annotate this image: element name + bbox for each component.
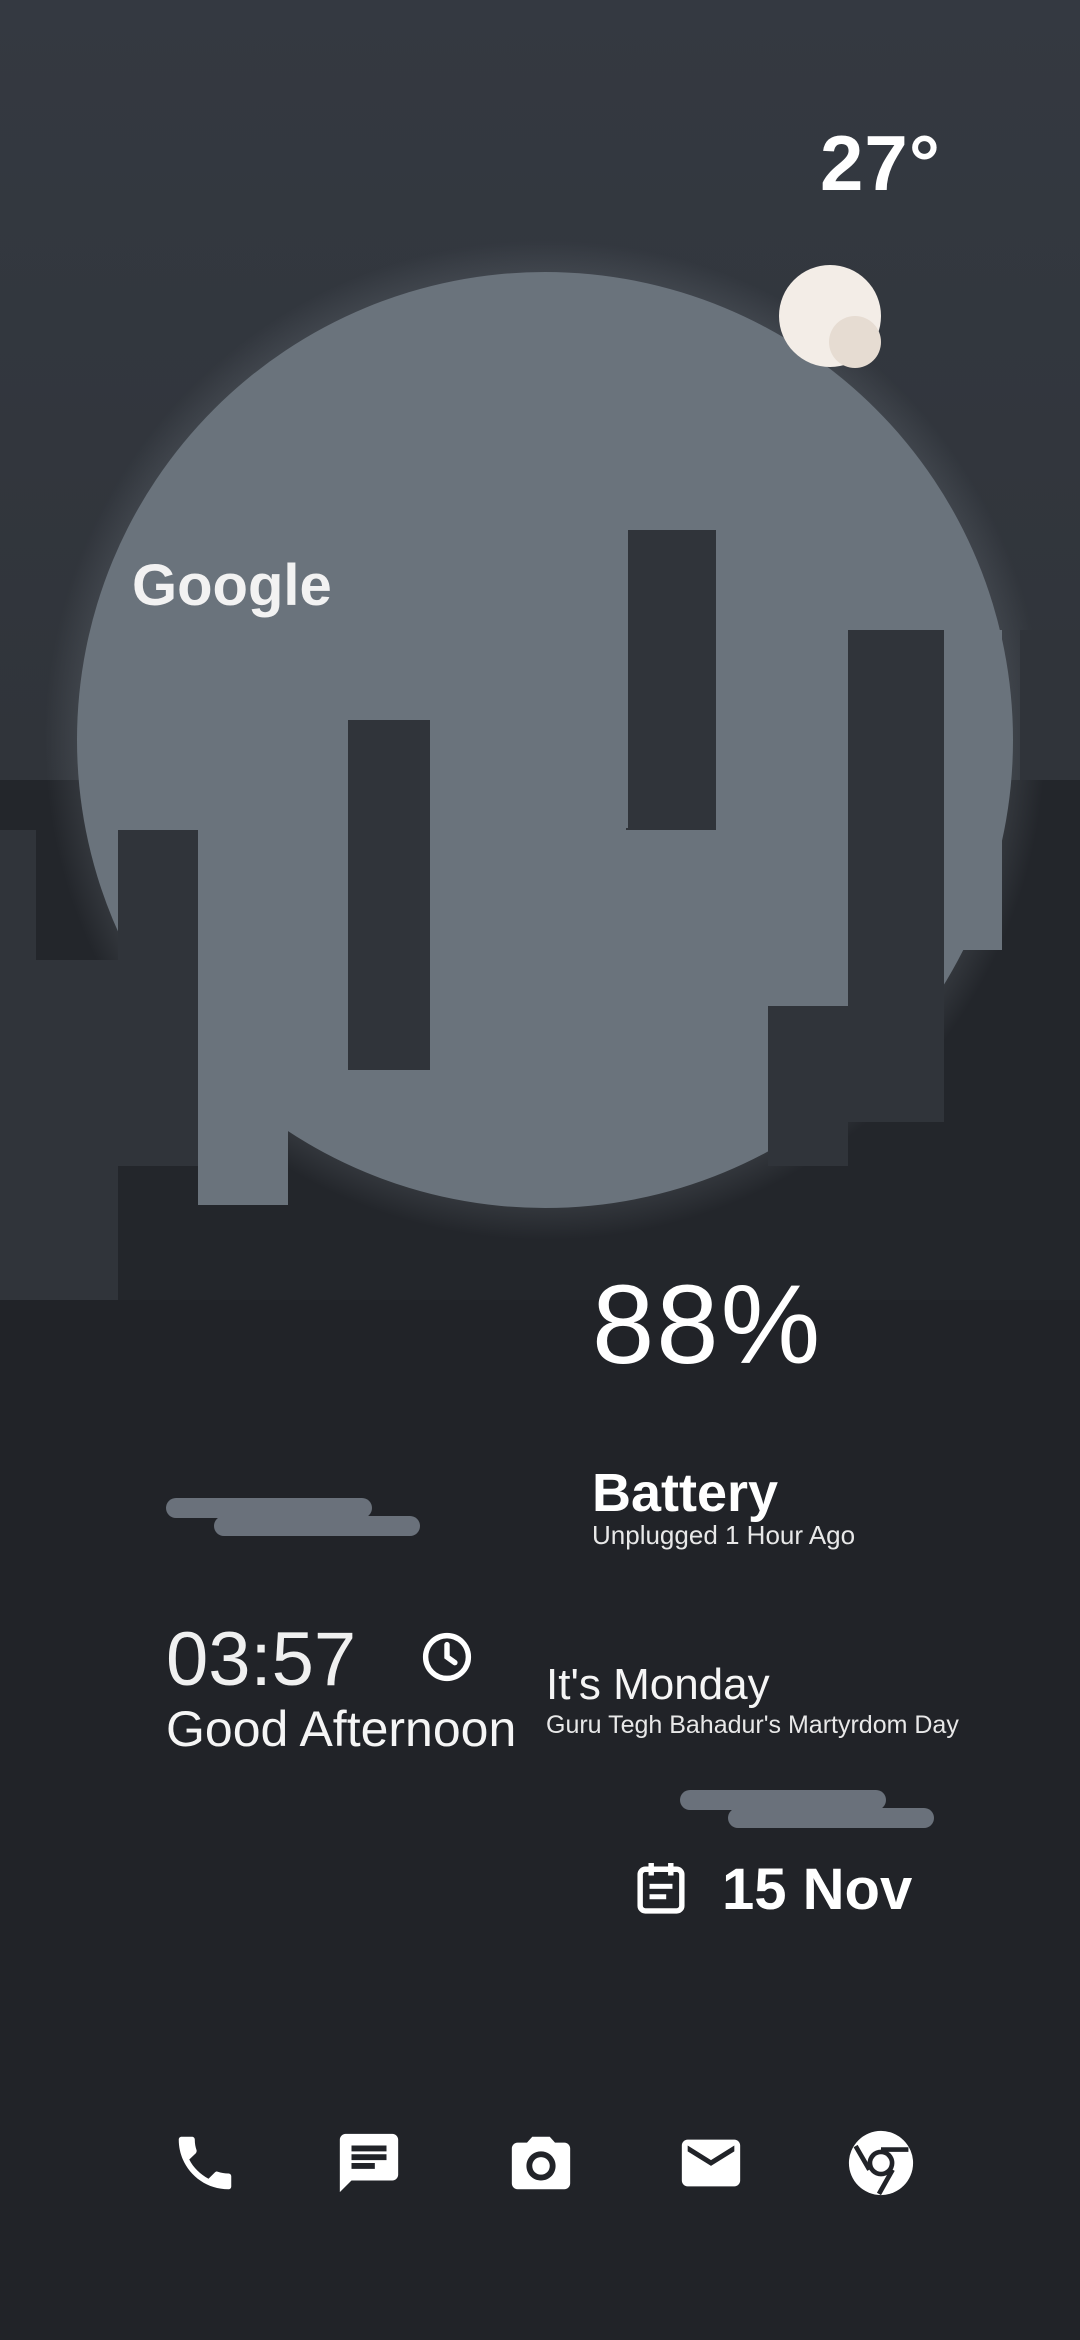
clock-icon (422, 1632, 472, 1682)
day-text[interactable]: It's Monday (546, 1660, 770, 1710)
calendar-icon (637, 1863, 685, 1914)
holiday-text: Guru Tegh Bahadur's Martyrdom Day (546, 1711, 959, 1739)
google-search-label[interactable]: Google (132, 552, 332, 619)
decorative-cloud-bar (728, 1808, 934, 1828)
battery-status: Unplugged 1 Hour Ago (592, 1520, 856, 1550)
camera-icon[interactable] (506, 2128, 576, 2198)
decorative-cloud-bar (166, 1498, 372, 1518)
date-text[interactable]: 15 Nov (722, 1856, 912, 1923)
clock-time[interactable]: 03:57 (166, 1616, 356, 1703)
decorative-cloud-bar (214, 1516, 420, 1536)
phone-icon[interactable] (170, 2128, 240, 2198)
battery-percentage[interactable]: 88% (592, 1260, 822, 1389)
weather-temperature[interactable]: 27° (820, 118, 941, 209)
chrome-icon[interactable] (846, 2128, 916, 2198)
greeting-text: Good Afternoon (166, 1701, 517, 1757)
battery-title: Battery (592, 1463, 779, 1523)
message-icon[interactable] (334, 2128, 404, 2198)
mail-icon[interactable] (676, 2128, 746, 2198)
decorative-cloud-bar (680, 1790, 886, 1810)
